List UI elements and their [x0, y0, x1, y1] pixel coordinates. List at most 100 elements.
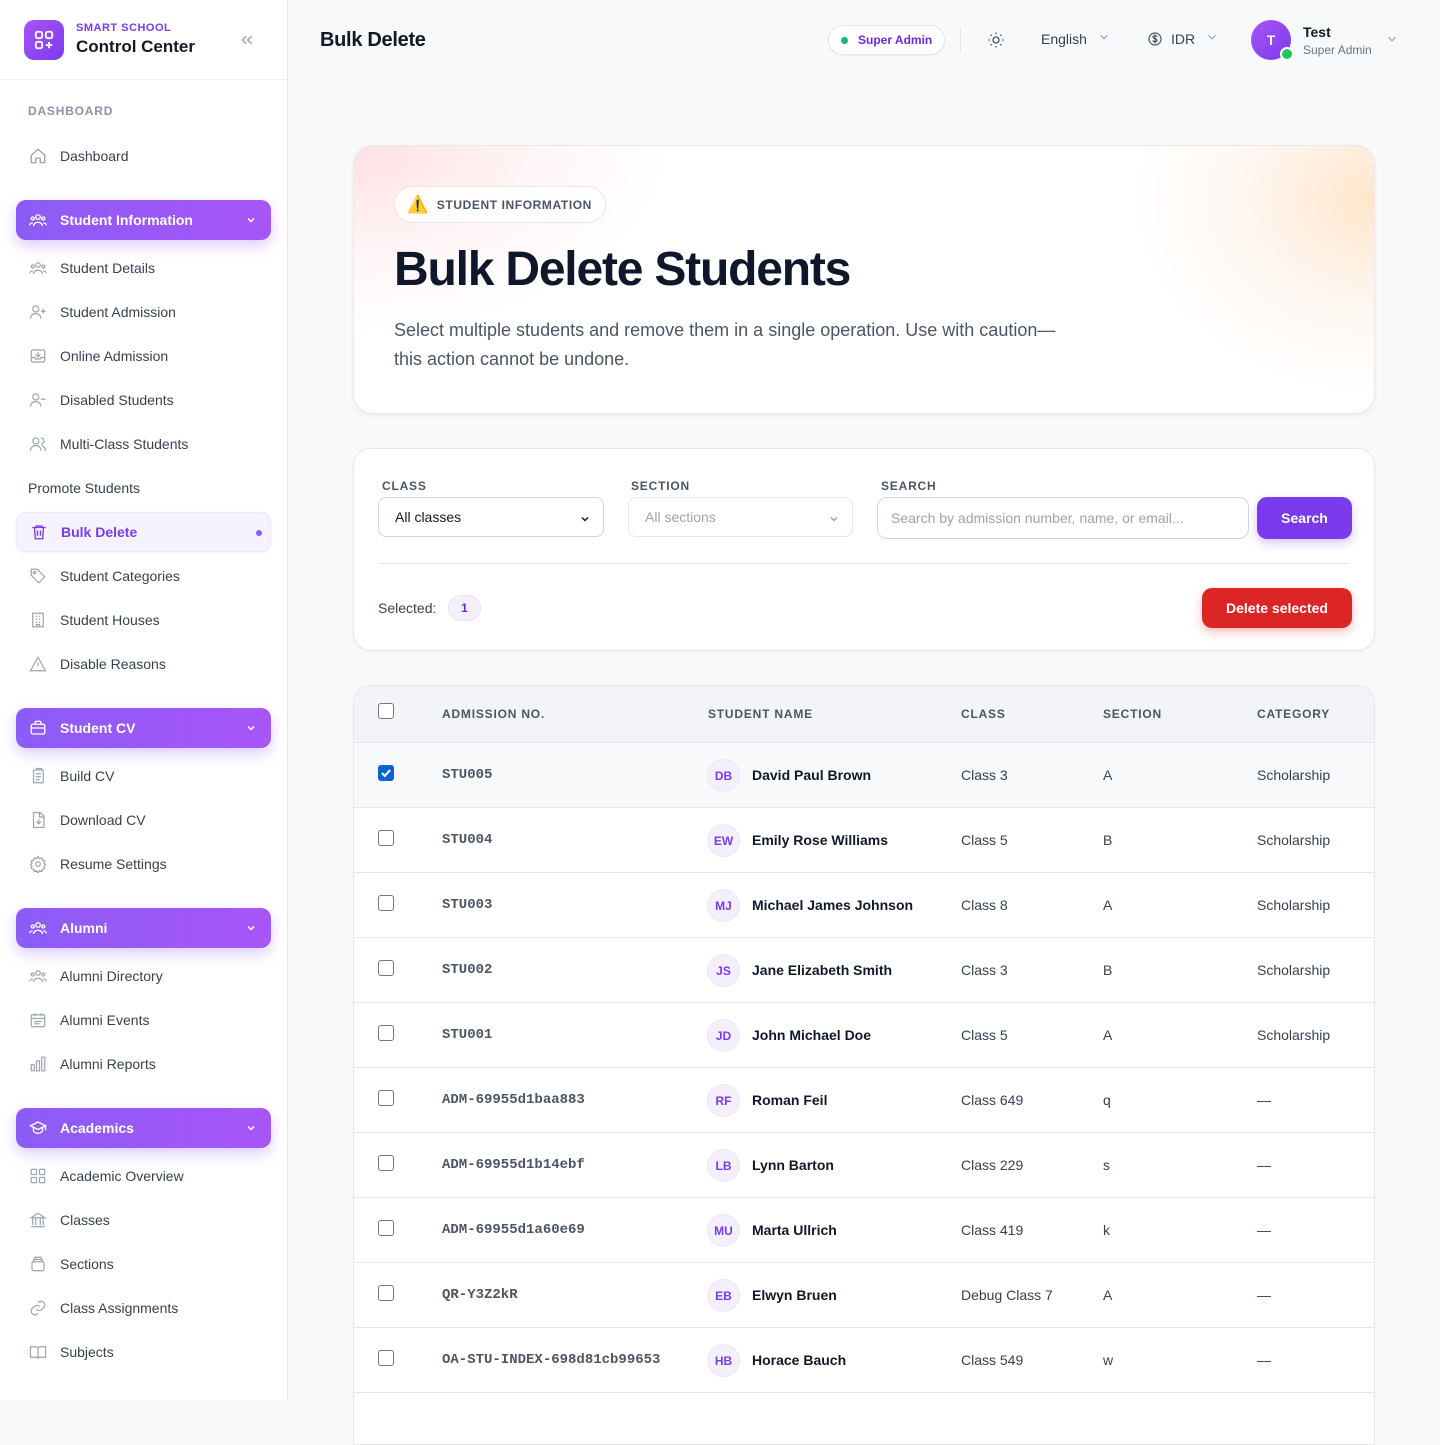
sidebar-item-student-houses[interactable]: Student Houses: [16, 600, 271, 640]
table-row[interactable]: ADM-69955d1a60e69 MU Marta Ullrich Class 41…: [354, 1198, 1374, 1263]
class-select[interactable]: All classes: [378, 497, 604, 537]
checkmark-icon: [381, 769, 391, 778]
sidebar-item-build-cv[interactable]: Build CV: [16, 756, 271, 796]
sidebar-item-label: Class Assignments: [60, 1300, 179, 1316]
sidebar-item-label: Student Admission: [60, 304, 176, 320]
sidebar-item-label: Build CV: [60, 768, 115, 784]
users-pair-icon: [28, 434, 48, 454]
sun-icon[interactable]: [986, 30, 1006, 50]
sidebar-item-label: Resume Settings: [60, 856, 167, 872]
sidebar-item-online-admission[interactable]: Online Admission: [16, 336, 271, 376]
currency-label: IDR: [1171, 30, 1196, 47]
table-row[interactable]: STU002 JS Jane Elizabeth Smith Class 3 B Scho…: [354, 938, 1374, 1003]
language-selector[interactable]: English: [1041, 30, 1111, 47]
student-name: Roman Feil: [752, 1092, 828, 1108]
sidebar-item-bulk-delete[interactable]: Bulk Delete: [16, 512, 271, 552]
sidebar-item-class-assignments[interactable]: Class Assignments: [16, 1288, 271, 1328]
sidebar-item-sections[interactable]: Sections: [16, 1244, 271, 1284]
layers-icon: [28, 1254, 48, 1274]
table-row[interactable]: STU005 DB David Paul Brown Class 3 A Scholars…: [354, 743, 1374, 808]
chevron-down-icon: [245, 721, 257, 737]
institution-icon: [28, 1210, 48, 1230]
row-checkbox[interactable]: [378, 1220, 394, 1236]
class-label: CLASS: [382, 479, 427, 493]
sidebar-item-student-categories[interactable]: Student Categories: [16, 556, 271, 596]
sidebar-group-alumni[interactable]: Alumni: [16, 908, 271, 948]
sidebar-item-alumni-directory[interactable]: Alumni Directory: [16, 956, 271, 996]
currency-selector[interactable]: IDR: [1147, 30, 1219, 47]
sidebar-item-alumni-events[interactable]: Alumni Events: [16, 1000, 271, 1040]
table-row[interactable]: STU003 MJ Michael James Johnson Class 8 A Sch…: [354, 873, 1374, 938]
sidebar-item-label: Online Admission: [60, 348, 169, 364]
filter-card: CLASS All classes SECTION All sections S…: [353, 448, 1375, 651]
sidebar-item-dashboard[interactable]: Dashboard: [16, 136, 271, 176]
briefcase-icon: [28, 718, 48, 738]
sidebar-item-academic-overview[interactable]: Academic Overview: [16, 1156, 271, 1196]
sidebar-item-resume-settings[interactable]: Resume Settings: [16, 844, 271, 884]
sidebar-item-label: Student Details: [60, 260, 155, 276]
admission-number: STU003: [442, 897, 493, 913]
class-select-value: All classes: [395, 509, 462, 525]
sidebar-item-promote-students[interactable]: Promote Students: [16, 468, 271, 508]
table-row[interactable]: STU001 JD John Michael Doe Class 5 A Scholars…: [354, 1003, 1374, 1068]
student-category: Scholarship: [1257, 897, 1331, 913]
row-checkbox[interactable]: [378, 765, 394, 781]
row-checkbox[interactable]: [378, 1090, 394, 1106]
sidebar-item-download-cv[interactable]: Download CV: [16, 800, 271, 840]
sidebar-item-student-admission[interactable]: Student Admission: [16, 292, 271, 332]
sidebar-item-label: Disabled Students: [60, 392, 174, 408]
sidebar-item-disable-reasons[interactable]: Disable Reasons: [16, 644, 271, 684]
chevron-down-icon: [1097, 30, 1111, 47]
student-avatar: HB: [707, 1344, 740, 1377]
table-row[interactable]: OA-STU-INDEX-698d81cb99653 HB Horace Bauch…: [354, 1328, 1374, 1393]
sidebar-item-label: Disable Reasons: [60, 656, 166, 672]
sidebar-item-subjects[interactable]: Subjects: [16, 1332, 271, 1372]
collapse-sidebar-icon[interactable]: [236, 30, 258, 50]
user-menu[interactable]: Test Super Admin: [1303, 24, 1372, 57]
select-all-checkbox[interactable]: [378, 703, 394, 719]
admission-number: ADM-69955d1b14ebf: [442, 1157, 585, 1173]
student-avatar: DB: [707, 759, 740, 792]
top-bar: Bulk Delete Super Admin English IDR T Te…: [289, 0, 1440, 80]
sidebar-item-classes[interactable]: Classes: [16, 1200, 271, 1240]
sidebar-item-disabled-students[interactable]: Disabled Students: [16, 380, 271, 420]
column-header-section: SECTION: [1103, 707, 1162, 721]
sidebar-item-student-details[interactable]: Student Details: [16, 248, 271, 288]
sidebar-group-academics[interactable]: Academics: [16, 1108, 271, 1148]
chevron-down-icon[interactable]: [1385, 32, 1399, 51]
row-checkbox[interactable]: [378, 1025, 394, 1041]
table-row[interactable]: STU004 EW Emily Rose Williams Class 5 B Schol…: [354, 808, 1374, 873]
student-class: Class 649: [961, 1092, 1024, 1108]
column-header-class: CLASS: [961, 707, 1006, 721]
active-indicator: [256, 530, 262, 536]
row-checkbox[interactable]: [378, 830, 394, 846]
student-section: B: [1103, 962, 1113, 978]
row-checkbox[interactable]: [378, 960, 394, 976]
sidebar-item-multi-class-students[interactable]: Multi-Class Students: [16, 424, 271, 464]
table-row[interactable]: QR-Y3Z2kR EB Elwyn Bruen Debug Class 7 A —: [354, 1263, 1374, 1328]
selected-label: Selected:: [378, 600, 437, 616]
row-checkbox[interactable]: [378, 1350, 394, 1366]
student-class: Class 8: [961, 897, 1008, 913]
row-checkbox[interactable]: [378, 1285, 394, 1301]
chevron-down-icon: [245, 921, 257, 937]
search-input[interactable]: Search by admission number, name, or ema…: [877, 497, 1249, 539]
delete-selected-button[interactable]: Delete selected: [1202, 588, 1352, 628]
student-category: —: [1257, 1352, 1271, 1368]
tag-icon: [28, 566, 48, 586]
student-section: A: [1103, 897, 1113, 913]
row-checkbox[interactable]: [378, 1155, 394, 1171]
search-button[interactable]: Search: [1257, 497, 1352, 539]
sidebar-item-alumni-reports[interactable]: Alumni Reports: [16, 1044, 271, 1084]
avatar[interactable]: T: [1251, 20, 1294, 61]
sidebar-item-label: Classes: [60, 1212, 110, 1228]
row-checkbox[interactable]: [378, 895, 394, 911]
home-icon: [28, 146, 48, 166]
table-row[interactable]: ADM-69955d1baa883 RF Roman Feil Class 649 q —: [354, 1068, 1374, 1133]
admission-number: OA-STU-INDEX-698d81cb99653: [442, 1352, 661, 1368]
student-class: Class 5: [961, 832, 1008, 848]
sidebar-group-student-information[interactable]: Student Information: [16, 200, 271, 240]
section-select[interactable]: All sections: [628, 497, 853, 537]
sidebar-group-student-cv[interactable]: Student CV: [16, 708, 271, 748]
table-row[interactable]: ADM-69955d1b14ebf LB Lynn Barton Class 229 s…: [354, 1133, 1374, 1198]
